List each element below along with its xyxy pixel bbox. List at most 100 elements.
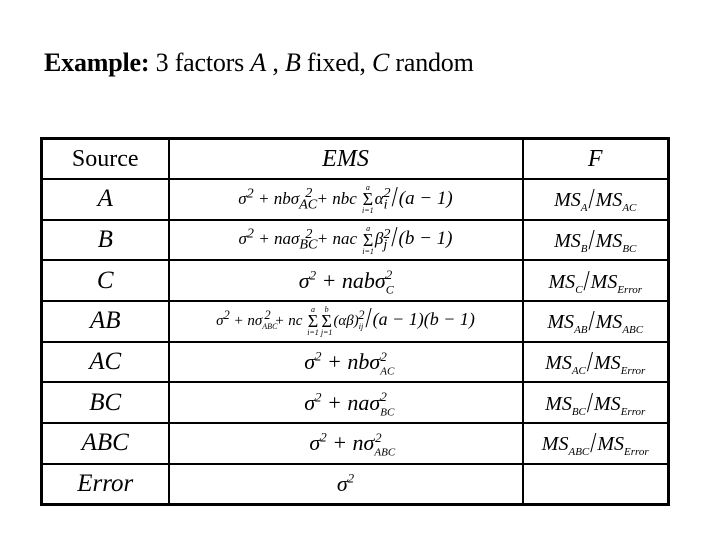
f-text: MS (597, 433, 625, 456)
ems-slash: / (391, 220, 398, 253)
ems-text: σ (216, 313, 224, 330)
header-f: F (521, 137, 670, 181)
ems-text: 2 (246, 225, 254, 242)
f-slash: / (586, 345, 594, 378)
f-cell: MSABC/MSError (521, 422, 670, 465)
ems-cell: σ2 + nbσAC2 (167, 340, 524, 384)
f-cell: MSB/MSBC (521, 218, 670, 262)
source-cell: BC (40, 381, 170, 425)
table-row: B σ2 + naσBC2 + nac a Σi=1 βj2/(b − 1) MSB… (40, 218, 670, 262)
f-text: MS (548, 270, 576, 293)
table-row: Error σ2 (40, 462, 670, 506)
ems-text: σ (304, 349, 316, 375)
f-slash: / (586, 385, 594, 419)
ems-cell: σ2 + naσBC2 + nac a Σi=1 βj2/(b − 1) (167, 218, 524, 262)
f-cell: MSAC/MSError (521, 340, 670, 384)
f-text: MS (547, 311, 575, 334)
sum-lower-limit: i=1 (362, 206, 374, 216)
f-text: AC (571, 365, 586, 378)
summation: a Σi=1 (307, 306, 319, 337)
ems-text: 2 (305, 225, 313, 242)
ems-table: Source EMS F A σ2 + nbσAC2 + nbc a Σi=1 αi… (40, 137, 670, 506)
f-slash: / (588, 304, 595, 338)
f-text: MS (545, 352, 572, 375)
sum-sign: Σ (307, 311, 319, 332)
f-text: MS (595, 230, 623, 253)
f-slash: / (583, 263, 590, 297)
ems-text: (a − 1)(b − 1) (372, 309, 475, 330)
ems-cell: σ2 + nσABC2 + nc a Σi=1 b Σj=1 (αβ)ij2/(a − … (167, 300, 524, 343)
title-factor-a: A (250, 48, 267, 77)
table-row: C σ2 + nabσC2 MSC/MSError (40, 259, 670, 303)
ems-text: 2 (347, 470, 355, 486)
header-source: Source (40, 137, 170, 181)
title-text: , (266, 48, 285, 77)
ems-text: 2 (358, 308, 365, 323)
source-cell: B (40, 218, 170, 262)
ems-text: + nac (312, 229, 358, 249)
ems-text: σ (336, 470, 348, 496)
table-row: AB σ2 + nσABC2 + nc a Σi=1 b Σj=1 (αβ)ij2/(a… (40, 300, 670, 343)
f-text: A (580, 202, 588, 215)
f-text: MS (590, 270, 618, 293)
sum-lower-limit: i=1 (307, 328, 319, 338)
ems-text: BC (380, 406, 395, 419)
table-row: A σ2 + nbσAC2 + nbc a Σi=1 αi2/(a − 1) MSA… (40, 178, 670, 221)
ems-text: σ (304, 389, 316, 415)
ems-text: + naσ (321, 389, 381, 415)
title-text: random (389, 48, 474, 77)
ems-text: σ (238, 188, 247, 208)
ems-text: + nσ (326, 430, 375, 456)
ems-text: + naσ (253, 229, 300, 249)
source-cell: ABC (40, 422, 170, 465)
ems-cell: σ2 + naσBC2 (167, 381, 524, 425)
title-text: fixed, (300, 48, 372, 77)
ems-text: (αβ) (333, 313, 359, 330)
ems-text: 2 (380, 389, 387, 405)
ems-text: 2 (383, 225, 391, 242)
title-factor-b: B (284, 48, 301, 77)
ems-text: ABC (374, 446, 396, 459)
f-text: MS (594, 392, 621, 415)
ems-text: + nc (270, 313, 303, 330)
source-cell: AC (40, 340, 170, 384)
ems-text: C (385, 282, 394, 297)
f-cell: MSBC/MSError (521, 381, 670, 425)
table-row: AC σ2 + nbσAC2 MSAC/MSError (40, 340, 670, 384)
f-cell: MSC/MSError (521, 259, 670, 303)
ems-text: + nbc (312, 188, 357, 208)
f-text: Error (617, 283, 642, 296)
sum-sign: Σ (362, 189, 374, 210)
f-text: BC (571, 405, 586, 418)
f-text: MS (594, 352, 621, 375)
ems-text: 2 (375, 430, 382, 446)
ems-text: + nabσ (316, 267, 386, 293)
ems-text: ij (358, 322, 364, 332)
source-cell: C (40, 259, 170, 303)
sum-lower-limit: j=1 (320, 328, 333, 338)
title-bold-label: Example: (44, 48, 150, 77)
f-text: AB (574, 324, 588, 337)
slide-title: Example: 3 factors A , B fixed, C random (44, 48, 474, 78)
f-text: ABC (568, 446, 590, 459)
ems-slash: / (365, 301, 372, 335)
ems-text: 2 (383, 185, 391, 202)
ems-text: 2 (385, 267, 393, 283)
f-cell-empty (521, 462, 670, 506)
f-text: AC (622, 202, 637, 215)
f-slash: / (588, 182, 595, 216)
source-cell: AB (40, 300, 170, 343)
summation: a Σi=1 (362, 224, 374, 256)
f-text: Error (624, 446, 649, 459)
f-text: Error (620, 405, 646, 418)
ems-text: + nσ (229, 313, 263, 330)
table-header-row: Source EMS F (40, 137, 670, 181)
ems-cell: σ2 + nσABC2 (167, 422, 524, 465)
f-cell: MSAB/MSABC (521, 300, 670, 343)
f-slash: / (590, 426, 597, 460)
title-text: 3 factors (149, 48, 251, 77)
f-text: Error (620, 365, 646, 378)
ems-text: α (374, 188, 384, 208)
ems-text: (a − 1) (398, 187, 453, 209)
f-text: MS (595, 189, 623, 212)
